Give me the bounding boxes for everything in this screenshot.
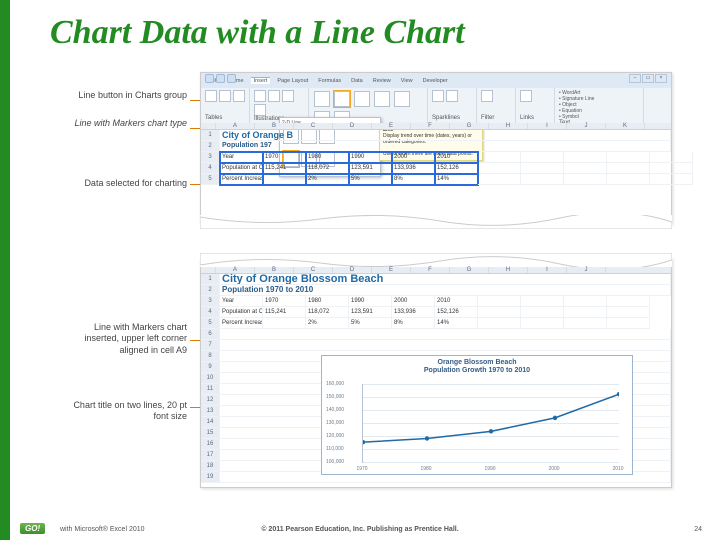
torn-edge-top (200, 253, 672, 267)
screenshot-top: –▭× FileHomeInsertPage LayoutFormulasDat… (200, 72, 672, 224)
ribbon-tab-page-layout[interactable]: Page Layout (274, 78, 311, 84)
sheet2-subtitle: Population 1970 to 2010 (220, 285, 671, 296)
chart-title: Orange Blossom Beach Population Growth 1… (322, 359, 632, 374)
worksheet-top: ABCDEFGHIJK 1City of Orange B 2Populatio… (201, 123, 671, 185)
sheet1-subtitle: Population 197 (220, 141, 671, 152)
slide-title: Chart Data with a Line Chart (50, 14, 465, 52)
excel-ribbon: –▭× FileHomeInsertPage LayoutFormulasDat… (201, 73, 671, 124)
annotation-chart-title: Chart title on two lines, 20 pt font siz… (62, 400, 187, 423)
window-controls: –▭× (629, 74, 667, 83)
ribbon-tab-formulas[interactable]: Formulas (315, 78, 344, 84)
ribbon-tab-review[interactable]: Review (370, 78, 394, 84)
torn-edge-bottom (200, 215, 672, 229)
embedded-line-chart[interactable]: Orange Blossom Beach Population Growth 1… (321, 355, 633, 475)
page-number: 24 (694, 526, 702, 533)
left-accent-bar (0, 0, 10, 540)
chart-plot-area (362, 384, 619, 463)
ribbon-tabs: FileHomeInsertPage LayoutFormulasDataRev… (201, 73, 671, 88)
sheet1-title: City of Orange B (220, 130, 671, 141)
annotation-data-selected: Data selected for charting (62, 178, 187, 189)
quick-access-toolbar (205, 74, 236, 83)
screenshot-bottom: ABCDEFGHIJ 1City of Orange Blossom Beach… (200, 258, 672, 488)
ribbon-tab-data[interactable]: Data (348, 78, 366, 84)
footer-copyright: © 2011 Pearson Education, Inc. Publishin… (0, 526, 720, 533)
annotation-line-markers-type: Line with Markers chart type (62, 118, 187, 129)
line-chart-button[interactable] (334, 91, 350, 107)
sheet2-title: City of Orange Blossom Beach (220, 274, 671, 285)
ribbon-tab-developer[interactable]: Developer (420, 78, 451, 84)
annotation-chart-inserted: Line with Markers chart inserted, upper … (62, 322, 187, 356)
annotation-line-button: Line button in Charts group (62, 90, 187, 101)
ribbon-tab-insert[interactable]: Insert (251, 77, 271, 84)
ribbon-tab-view[interactable]: View (398, 78, 416, 84)
